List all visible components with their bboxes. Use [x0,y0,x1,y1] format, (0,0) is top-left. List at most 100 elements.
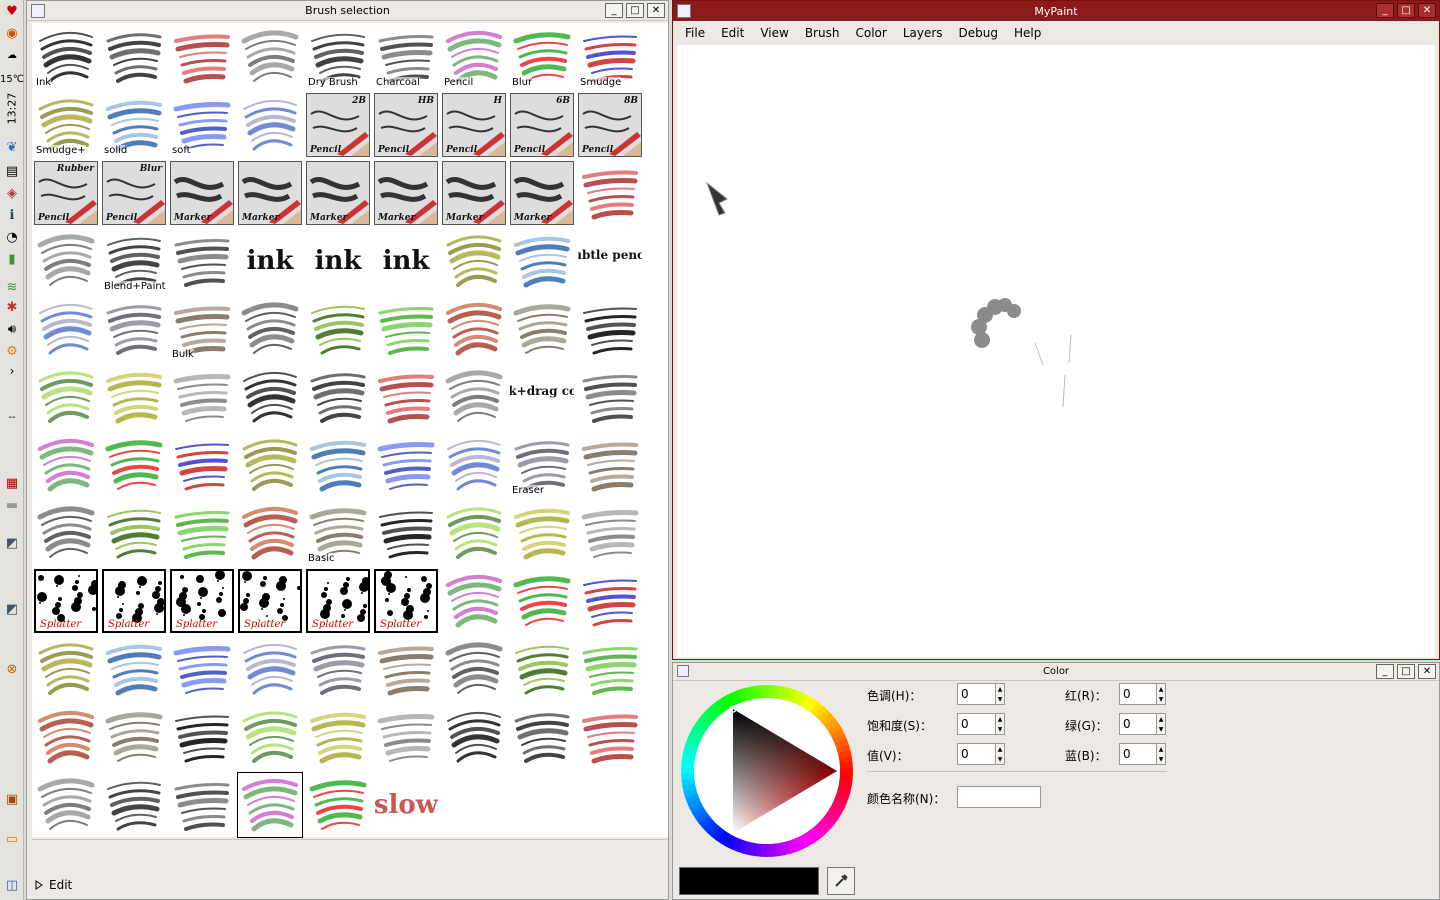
green-spinner[interactable]: ▲ ▼ [1156,713,1166,735]
brush-item[interactable] [578,501,642,565]
task-app-icon[interactable]: ⊗ [2,660,22,678]
brush-item[interactable] [238,93,302,157]
brush-item[interactable] [102,25,166,89]
brush-item[interactable] [374,705,438,769]
brush-item[interactable] [238,705,302,769]
spin-down-icon[interactable]: ▼ [998,756,1003,763]
menu-layers[interactable]: Layers [895,23,951,45]
brush-marker[interactable]: Marker [374,161,438,225]
brush-item[interactable] [102,433,166,497]
brush-item[interactable]: slow [374,773,438,837]
brush-item[interactable] [238,433,302,497]
spin-down-icon[interactable]: ▼ [998,726,1003,733]
blue-spinner[interactable]: ▲ ▼ [1156,743,1166,765]
maximize-button[interactable]: □ [1397,3,1415,18]
maximize-button[interactable]: □ [1397,664,1415,679]
blue-input[interactable]: 0 [1119,743,1157,765]
monitor-icon[interactable]: ▭ [2,830,22,848]
spin-up-icon[interactable]: ▲ [1159,686,1164,693]
brush-item[interactable]: subtle pencil [578,229,642,293]
brush-item[interactable] [34,297,98,361]
brush-item[interactable] [170,25,234,89]
brush-splatter[interactable]: Splatter [170,569,234,633]
brush-item[interactable] [578,365,642,429]
package-icon[interactable]: ◈ [2,184,22,202]
brush-item[interactable] [442,637,506,701]
brush-bulk[interactable]: Bulk [170,297,234,361]
brush-item[interactable] [34,433,98,497]
brush-item[interactable] [578,637,642,701]
brush-splatter[interactable]: Splatter [34,569,98,633]
eyedropper-button[interactable] [827,867,855,895]
battery-icon[interactable]: ▮ [2,250,22,268]
brush-item[interactable] [510,501,574,565]
brush-item[interactable] [34,229,98,293]
brush-item[interactable] [102,297,166,361]
brush-item[interactable] [170,365,234,429]
menu-view[interactable]: View [752,23,796,45]
brush-item-selected[interactable] [237,772,303,838]
brush-item[interactable] [510,637,574,701]
hue-spinner[interactable]: ▲ ▼ [995,683,1005,705]
spin-down-icon[interactable]: ▼ [1159,756,1164,763]
menu-color[interactable]: Color [847,23,894,45]
heart-icon[interactable]: ♥ [2,2,22,20]
brush-item[interactable] [34,705,98,769]
trash-icon[interactable]: ▬ [2,496,22,514]
spin-up-icon[interactable]: ▲ [1159,746,1164,753]
brush-item[interactable] [578,705,642,769]
brush-item[interactable] [34,637,98,701]
brush-item[interactable] [374,365,438,429]
brush-item[interactable] [442,501,506,565]
brush-item[interactable] [170,229,234,293]
brush-marker[interactable]: Marker [170,161,234,225]
brush-pencil-8b[interactable]: 8B Pencil [578,93,642,157]
brush-item[interactable]: ink [374,229,438,293]
brush-smudge[interactable]: Smudge [578,25,642,89]
brush-marker[interactable]: Marker [442,161,506,225]
value-spinner[interactable]: ▲ ▼ [995,743,1005,765]
printer-icon[interactable]: ▤ [2,162,22,180]
red-spinner[interactable]: ▲ ▼ [1156,683,1166,705]
brush-item[interactable] [34,365,98,429]
network-icon[interactable]: ✱ [2,298,22,316]
brush-item[interactable] [374,501,438,565]
menu-brush[interactable]: Brush [797,23,848,45]
brush-marker[interactable]: Marker [238,161,302,225]
brush-blur[interactable]: Blur [510,25,574,89]
brush-pencil-blur[interactable]: Blur Pencil [102,161,166,225]
clock[interactable]: 13:27 [0,90,24,126]
brush-item[interactable] [34,773,98,837]
collapse-arrow-icon[interactable]: › [0,364,24,378]
brush-item[interactable] [306,297,370,361]
brush-item[interactable] [442,705,506,769]
brush-pencil-hb[interactable]: HB Pencil [374,93,438,157]
brush-solid[interactable]: solid [102,93,166,157]
brush-item[interactable] [306,365,370,429]
brush-dry-brush[interactable]: Dry Brush [306,25,370,89]
show-desktop-icon[interactable]: ◫ [2,876,22,894]
brush-item[interactable] [578,433,642,497]
brush-item[interactable] [34,501,98,565]
brush-item[interactable] [510,569,574,633]
brush-pencil-6b[interactable]: 6B Pencil [510,93,574,157]
brush-item[interactable] [170,433,234,497]
brush-pencil-rubber[interactable]: Rubber Pencil [34,161,98,225]
brush-item[interactable] [374,297,438,361]
brush-item[interactable] [442,433,506,497]
swirl-icon[interactable]: ❦ [2,138,22,156]
brush-marker[interactable]: Marker [306,161,370,225]
brush-charcoal[interactable]: Charcoal [374,25,438,89]
brush-item[interactable] [306,433,370,497]
brush-soft[interactable]: soft [170,93,234,157]
weather-icon[interactable]: ☁ [2,46,22,64]
window-menu-icon[interactable] [677,4,691,18]
spin-up-icon[interactable]: ▲ [1159,716,1164,723]
close-button[interactable]: ✕ [1418,664,1436,679]
brush-item[interactable] [510,229,574,293]
brush-splatter[interactable]: Splatter [306,569,370,633]
menu-debug[interactable]: Debug [951,23,1006,45]
brush-item[interactable] [170,705,234,769]
brush-item[interactable] [374,433,438,497]
brush-item[interactable] [238,25,302,89]
